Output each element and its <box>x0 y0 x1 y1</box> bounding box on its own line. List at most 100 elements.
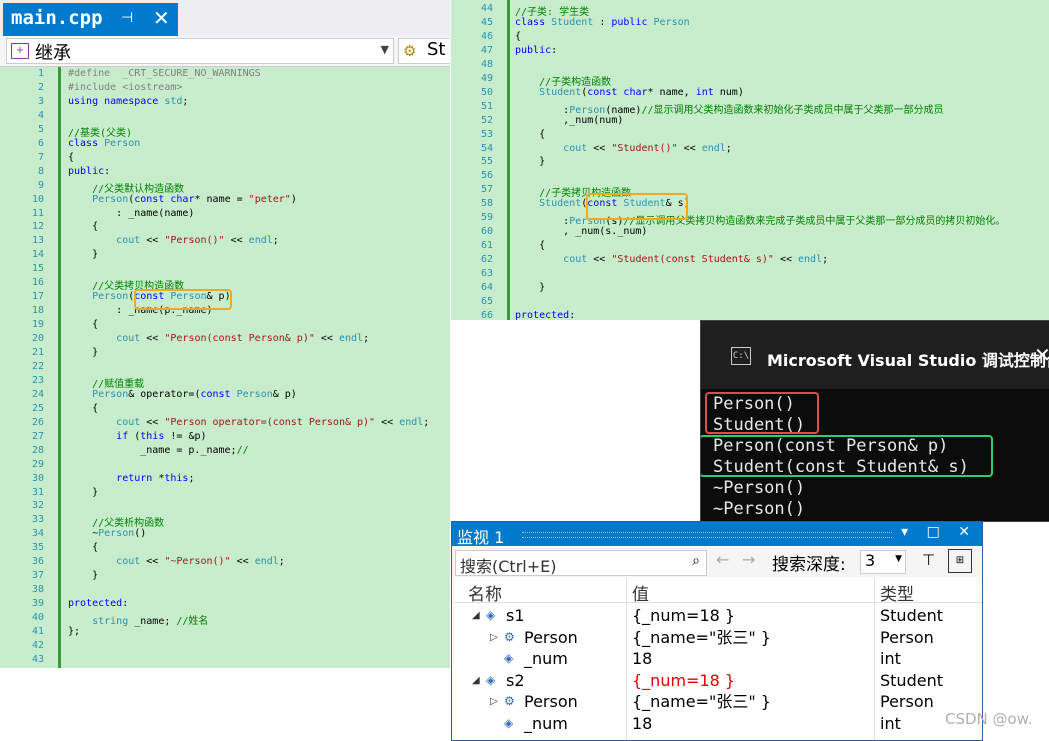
line-number: 43 <box>31 653 44 665</box>
line-number: 39 <box>31 598 44 610</box>
watch-value[interactable]: {_name="张三" } <box>632 691 771 712</box>
code-line: cout << "Student()" << endl; <box>563 142 732 154</box>
variable-icon: ◈ <box>486 608 496 622</box>
watch-value[interactable]: {_num=18 } <box>632 605 735 626</box>
right-code-area[interactable]: 44 //子类: 学生类 45 class Student : public Pers… <box>451 0 1049 320</box>
watch-row[interactable]: ◢ ◈ s1 {_num=18 } Student <box>452 605 982 626</box>
watch-row[interactable]: ◈ _num 18 int <box>452 648 982 669</box>
drag-grip[interactable] <box>522 532 892 538</box>
line-number: 65 <box>480 295 493 307</box>
column-name[interactable]: 名称 <box>468 580 502 605</box>
expand-toggle-icon[interactable]: ◢ <box>472 605 480 626</box>
line-number: 45 <box>480 16 493 28</box>
window-buttons: ▾ □ ✕ <box>887 524 970 540</box>
code-line: cout << "Person(const Person& p)" << end… <box>116 333 370 345</box>
line-number: 20 <box>31 333 44 345</box>
line-number: 17 <box>31 291 44 303</box>
watch-row[interactable]: ▷ ⚙ Person {_name="张三" } Person <box>452 691 982 712</box>
line-number: 31 <box>31 486 44 498</box>
line-number: 41 <box>31 626 44 637</box>
watch-header: 名称 值 类型 <box>452 578 982 605</box>
line-number: 7 <box>37 151 44 163</box>
close-tab-icon[interactable]: ✕ <box>153 6 170 30</box>
member-dropdown[interactable]: ⚙ St <box>398 38 450 64</box>
highlight-box-red <box>705 392 819 434</box>
back-arrow-icon[interactable]: ← <box>716 550 729 569</box>
watch-name: s2 <box>506 670 525 690</box>
line-number: 36 <box>31 556 44 568</box>
dropdown-icon[interactable]: ▾ <box>901 524 908 540</box>
close-icon[interactable]: ✕ <box>1034 343 1049 367</box>
watch-row[interactable]: ◢ ◈ s2 {_num=18 } Student <box>452 670 982 691</box>
code-line: Student(const char* name, int num) <box>539 86 744 98</box>
console-line: ~Person() <box>713 499 806 519</box>
code-line: string _name; //姓名 <box>92 616 209 628</box>
code-line: return *this; <box>116 472 195 484</box>
search-input[interactable]: 搜索(Ctrl+E) ⌕ <box>455 550 707 576</box>
code-line: } <box>68 570 99 582</box>
line-number: 49 <box>480 72 493 84</box>
line-number: 61 <box>480 240 493 252</box>
scope-dropdown[interactable]: + 继承 ▼ <box>6 38 394 64</box>
watch-row[interactable]: ▷ ⚙ Person {_name="张三" } Person <box>452 627 982 648</box>
code-line: { <box>515 30 522 42</box>
line-number: 10 <box>31 193 44 205</box>
line-number: 53 <box>480 128 493 140</box>
console-line: ~Person() <box>713 478 806 498</box>
line-number: 26 <box>31 416 44 428</box>
watch-value[interactable]: {_name="张三" } <box>632 627 771 648</box>
depth-select[interactable]: 3 ▼ <box>860 550 906 574</box>
code-line: if (this != &p) <box>116 430 207 442</box>
tab-title: main.cpp <box>11 7 103 29</box>
line-number: 22 <box>31 360 44 372</box>
expand-toggle-icon[interactable]: ▷ <box>490 627 498 648</box>
expand-toggle-icon[interactable]: ▷ <box>490 691 498 712</box>
expand-toggle-icon[interactable]: ◢ <box>472 670 480 691</box>
tab-main-cpp[interactable]: main.cpp ⊣ ✕ <box>3 3 178 36</box>
watch-title-bar: 监视 1 ▾ □ ✕ <box>452 522 982 547</box>
line-number: 4 <box>37 109 44 121</box>
column-type[interactable]: 类型 <box>880 580 914 605</box>
line-number: 29 <box>31 458 44 470</box>
line-number: 51 <box>480 100 493 112</box>
line-number: 15 <box>31 263 44 275</box>
search-icon[interactable]: ⌕ <box>692 553 700 569</box>
code-line: class Student : public Person <box>515 16 690 28</box>
watermark: CSDN @ow. <box>945 710 1033 728</box>
code-line: ,_num(num) <box>515 114 624 126</box>
line-number: 50 <box>480 86 493 98</box>
navigation-bar: + 继承 ▼ ⚙ St <box>0 36 450 67</box>
hex-display-icon[interactable]: ⊞ <box>948 549 972 573</box>
code-line: class Person <box>68 137 141 149</box>
watch-row[interactable]: ◈ _num 18 int <box>452 713 982 734</box>
line-number: 23 <box>31 374 44 386</box>
code-line: } <box>515 282 546 293</box>
line-number: 33 <box>31 514 44 526</box>
code-line: { <box>515 240 546 252</box>
watch-value[interactable]: {_num=18 } <box>632 670 735 691</box>
maximize-icon[interactable]: □ <box>927 524 940 540</box>
line-number: 30 <box>31 472 44 484</box>
code-line: cout << "~Person()" << endl; <box>116 556 285 568</box>
tab-bar: main.cpp ⊣ ✕ <box>0 0 450 36</box>
close-icon[interactable]: ✕ <box>958 524 970 540</box>
watch-value[interactable]: 18 <box>632 713 652 734</box>
forward-arrow-icon[interactable]: → <box>742 550 755 569</box>
watch-name: _num <box>524 649 568 668</box>
code-line: #include <iostream> <box>68 81 183 93</box>
left-code-area[interactable]: 1 #define _CRT_SECURE_NO_WARNINGS 2 #includ… <box>0 67 450 668</box>
watch-name: Person <box>524 627 578 647</box>
project-icon: + <box>11 43 29 59</box>
line-number: 40 <box>31 612 44 624</box>
code-line: //父类默认构造函数 <box>92 183 185 195</box>
code-line: { <box>68 319 99 331</box>
code-line: #define _CRT_SECURE_NO_WARNINGS <box>68 68 261 79</box>
line-number: 57 <box>480 184 493 196</box>
code-line: :Person(name)//显示调用父类构造函数来初始化子类成员中属于父类那一… <box>515 104 944 116</box>
column-value[interactable]: 值 <box>632 580 649 605</box>
pin-icon[interactable]: ⊤ <box>922 551 935 569</box>
code-line: } <box>68 249 99 261</box>
pin-icon[interactable]: ⊣ <box>121 10 133 26</box>
watch-value[interactable]: 18 <box>632 648 652 669</box>
code-line: _name = p._name;// <box>68 444 249 456</box>
